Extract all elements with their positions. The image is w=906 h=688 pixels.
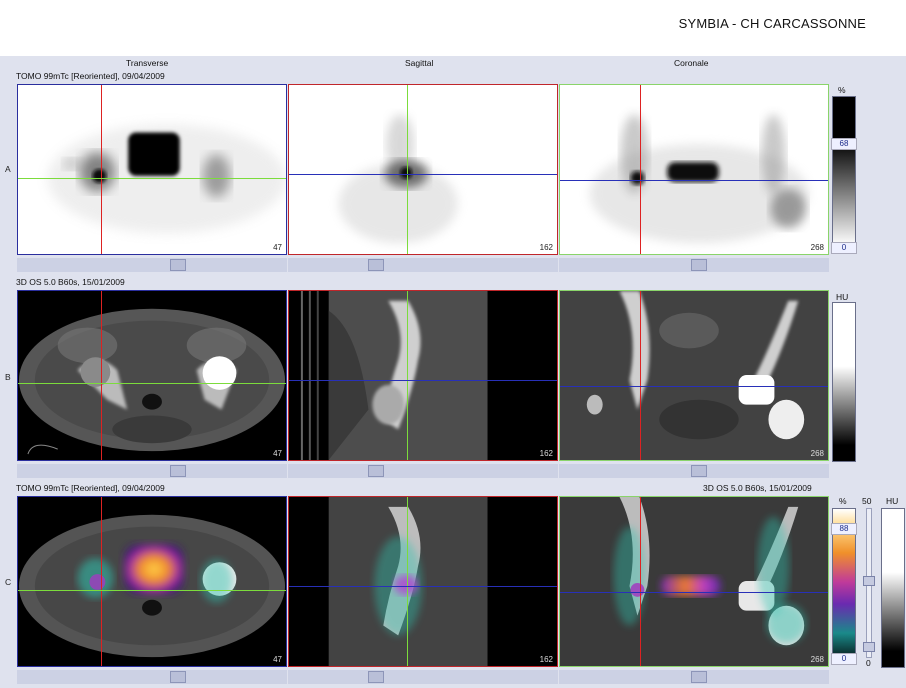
crosshair-horizontal — [289, 174, 557, 175]
slice-number: 268 — [810, 449, 824, 458]
crosshair-vertical — [640, 85, 641, 254]
crosshair-horizontal — [18, 178, 286, 179]
column-title-sagittal: Sagittal — [405, 58, 434, 68]
site-name: SYMBIA - CH CARCASSONNE — [678, 16, 866, 31]
series-label-row-a: TOMO 99mTc [Reoriented], 09/04/2009 — [16, 71, 165, 81]
slice-number: 162 — [539, 655, 553, 664]
slice-number: 268 — [810, 655, 824, 664]
crosshair-vertical — [407, 497, 408, 666]
slice-slider-c-coronal[interactable] — [559, 670, 829, 684]
scale-unit-b: HU — [836, 292, 849, 302]
ct-sagittal-image — [300, 291, 488, 460]
crosshair-horizontal — [289, 380, 557, 381]
viewport-b-transverse[interactable]: 47 — [17, 290, 287, 461]
slice-slider-b-coronal[interactable] — [559, 464, 829, 478]
viewport-b-coronal[interactable]: 268 — [559, 290, 829, 461]
crosshair-vertical — [640, 497, 641, 666]
row-label-c: C — [5, 577, 12, 587]
ct-transverse-image — [18, 308, 286, 455]
slider-handle[interactable] — [170, 465, 186, 477]
column-title-coronal: Coronale — [674, 58, 709, 68]
crosshair-vertical — [101, 291, 102, 460]
slider-handle[interactable] — [368, 465, 384, 477]
crosshair-horizontal — [18, 383, 286, 384]
row-label-a: A — [5, 164, 11, 174]
slice-slider-a-sagittal[interactable] — [288, 258, 558, 272]
blend-slider-knob[interactable] — [863, 576, 875, 586]
slice-slider-a-transverse[interactable] — [17, 258, 287, 272]
scale-max-value-a[interactable]: 68 — [831, 138, 857, 150]
slice-number: 268 — [810, 243, 824, 252]
slice-number: 47 — [273, 655, 282, 664]
crosshair-horizontal — [18, 590, 286, 591]
slice-number: 162 — [539, 243, 553, 252]
slider-handle[interactable] — [691, 259, 707, 271]
slice-slider-b-sagittal[interactable] — [288, 464, 558, 478]
scale-min-value-c[interactable]: 0 — [831, 653, 857, 665]
fusion-coronal-image — [560, 497, 828, 666]
series-label-row-c-left: TOMO 99mTc [Reoriented], 09/04/2009 — [16, 483, 165, 493]
spect-coronal-image — [589, 114, 809, 244]
grayscale-bar-a[interactable] — [832, 96, 856, 246]
ct-coronal-image — [560, 291, 828, 460]
crosshair-horizontal — [560, 592, 828, 593]
grayscale-bar-b[interactable] — [832, 302, 856, 462]
crosshair-vertical — [640, 291, 641, 460]
viewport-a-coronal[interactable]: 268 — [559, 84, 829, 255]
blend-slider-knob-lower[interactable] — [863, 642, 875, 652]
slice-number: 47 — [273, 449, 282, 458]
slider-handle[interactable] — [170, 259, 186, 271]
slider-handle[interactable] — [170, 671, 186, 683]
spect-sagittal-image — [338, 114, 458, 244]
title-bar: SYMBIA - CH CARCASSONNE — [0, 0, 906, 56]
viewport-a-sagittal[interactable]: 162 — [288, 84, 558, 255]
slice-slider-a-coronal[interactable] — [559, 258, 829, 272]
grayscale-bar-c[interactable] — [881, 508, 905, 668]
crosshair-vertical — [101, 497, 102, 666]
scale-unit-c-hu: HU — [886, 496, 899, 506]
viewport-a-transverse[interactable]: 47 — [17, 84, 287, 255]
crosshair-horizontal — [560, 386, 828, 387]
column-title-transverse: Transverse — [126, 58, 169, 68]
spect-transverse-image — [47, 124, 286, 234]
viewport-b-sagittal[interactable]: 162 — [288, 290, 558, 461]
slider-handle[interactable] — [691, 465, 707, 477]
slider-handle[interactable] — [368, 671, 384, 683]
fusion-transverse-image — [18, 514, 286, 658]
blend-value-bottom: 0 — [866, 658, 871, 668]
slice-number: 47 — [273, 243, 282, 252]
crosshair-horizontal — [289, 586, 557, 587]
series-label-row-c-right: 3D OS 5.0 B60s, 15/01/2009 — [703, 483, 812, 493]
scale-max-value-c[interactable]: 88 — [831, 523, 857, 535]
viewport-c-sagittal-fused[interactable]: 162 — [288, 496, 558, 667]
series-label-row-b: 3D OS 5.0 B60s, 15/01/2009 — [16, 277, 125, 287]
crosshair-vertical — [407, 85, 408, 254]
scale-unit-c-percent: % — [839, 496, 847, 506]
slice-number: 162 — [539, 449, 553, 458]
slice-slider-b-transverse[interactable] — [17, 464, 287, 478]
row-label-b: B — [5, 372, 11, 382]
viewport-c-transverse-fused[interactable]: 47 — [17, 496, 287, 667]
slider-handle[interactable] — [368, 259, 384, 271]
slice-slider-c-transverse[interactable] — [17, 670, 287, 684]
blend-value-top: 50 — [862, 496, 872, 506]
crosshair-horizontal — [560, 180, 828, 181]
scale-unit-a: % — [838, 85, 846, 95]
viewer-workspace: Transverse Sagittal Coronale TOMO 99mTc … — [0, 56, 906, 688]
viewport-c-coronal-fused[interactable]: 268 — [559, 496, 829, 667]
fusion-sagittal-image — [328, 497, 488, 666]
slice-slider-c-sagittal[interactable] — [288, 670, 558, 684]
crosshair-vertical — [101, 85, 102, 254]
scale-min-value-a[interactable]: 0 — [831, 242, 857, 254]
crosshair-vertical — [407, 291, 408, 460]
slider-handle[interactable] — [691, 671, 707, 683]
